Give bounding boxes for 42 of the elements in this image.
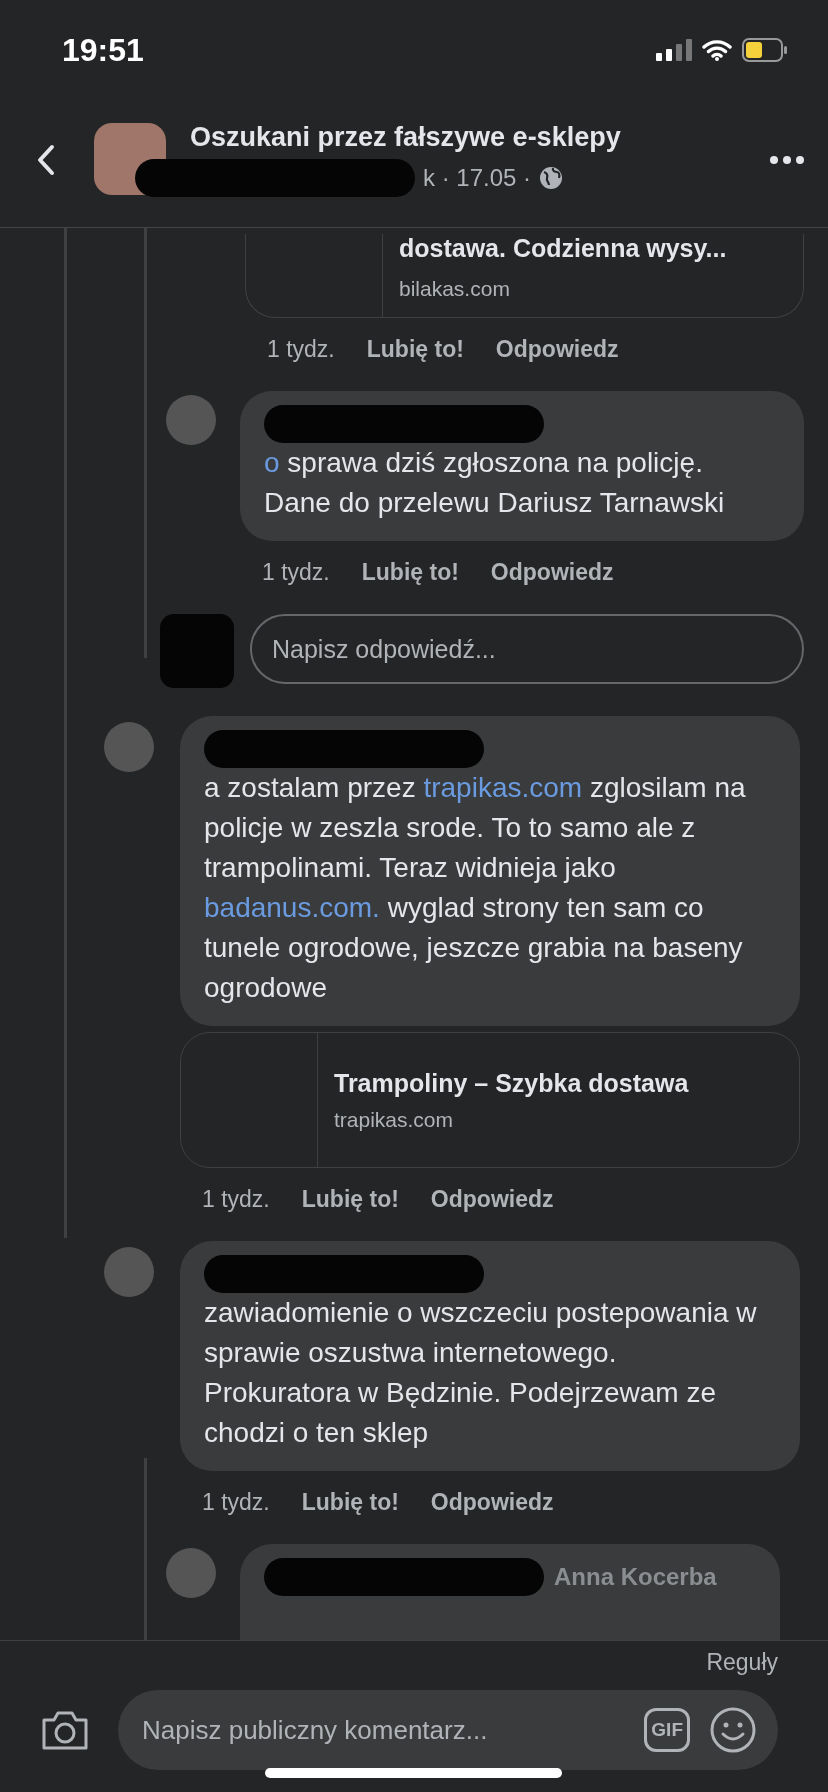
comment-time: 1 tydz. <box>262 559 330 586</box>
like-link[interactable]: Lubię to! <box>301 1489 399 1516</box>
like-link[interactable]: Lubię to! <box>361 559 459 586</box>
link[interactable]: o <box>264 447 280 478</box>
comment-time: 1 tydz. <box>267 336 335 363</box>
back-icon[interactable] <box>36 143 56 176</box>
like-link[interactable]: Lubię to! <box>366 336 464 363</box>
group-title: Oszukani przez fałszywe e-sklepy <box>190 122 622 153</box>
comment-text: a zostalam przez trapikas.com zglosilam na policje w zeszla srode. To to samo ale z trampolinami. Teraz widnieja jako badanus.com. wyglad strony ten sam co tunele ogrodowe, jeszcze grabia na baseny ogrodowe <box>204 771 747 1005</box>
avatar <box>104 1247 154 1297</box>
like-link[interactable]: Lubię to! <box>301 1186 399 1213</box>
link-preview[interactable]: dostawa. Codzienna wysy... bilakas.com <box>245 234 804 318</box>
battery-icon <box>742 38 788 62</box>
link[interactable]: trapikas.com <box>423 772 583 803</box>
preview-domain: trapikas.com <box>334 1107 455 1132</box>
wifi-icon <box>702 39 732 61</box>
comment-field[interactable]: Napisz publiczny komentarz... GIF <box>118 1690 778 1770</box>
comment-time: 1 tydz. <box>202 1186 270 1213</box>
reply-link[interactable]: Odpowiedz <box>430 1489 554 1516</box>
preview-domain: bilakas.com <box>399 277 511 301</box>
emoji-icon[interactable] <box>710 1707 756 1753</box>
link-preview[interactable]: Trampoliny – Szybka dostawa trapikas.com <box>180 1032 800 1168</box>
comment-text: zawiadomienie o wszczeciu postepowania w sprawie oszustwa internetowego. Prokuratora w Będzinie. Podejrzewam ze chodzi o ten sklep <box>204 1296 758 1450</box>
status-time: 19:51 <box>62 31 144 69</box>
preview-title: Trampoliny – Szybka dostawa <box>334 1068 689 1098</box>
reply-link[interactable]: Odpowiedz <box>495 336 619 363</box>
signal-icon <box>656 39 692 61</box>
avatar <box>166 1548 216 1598</box>
gif-button[interactable]: GIF <box>644 1708 690 1752</box>
reply-link[interactable]: Odpowiedz <box>430 1186 554 1213</box>
rules-link[interactable]: Reguły <box>706 1649 778 1676</box>
more-icon[interactable] <box>770 155 804 164</box>
preview-title: dostawa. Codzienna wysy... <box>399 234 727 263</box>
comment-time: 1 tydz. <box>202 1489 270 1516</box>
link[interactable]: badanus.com. <box>204 892 380 923</box>
post-meta: k · 17.05 · <box>423 164 532 192</box>
avatar <box>166 395 216 445</box>
globe-icon <box>539 166 564 190</box>
reply-link[interactable]: Odpowiedz <box>490 559 614 586</box>
comment-text: o sprawa dziś zgłoszona na policję. Dane do przelewu Dariusz Tarnawski <box>264 446 726 520</box>
reply-field[interactable]: Napisz odpowiedź... <box>250 614 804 684</box>
avatar <box>104 722 154 772</box>
